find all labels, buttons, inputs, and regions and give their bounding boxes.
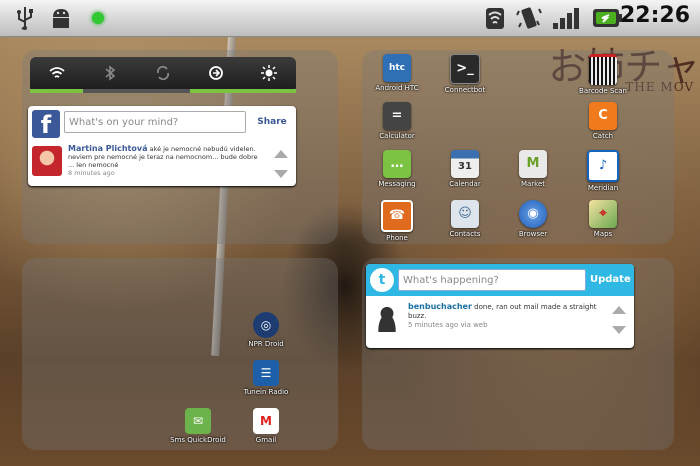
- facebook-post-time: 8 minutes ago: [68, 169, 115, 177]
- twitter-post-avatar[interactable]: [372, 302, 402, 332]
- usb-icon: [10, 5, 40, 31]
- barcode-icon: [589, 54, 617, 85]
- twitter-status-input[interactable]: What's happening?: [398, 269, 586, 291]
- power-control-widget: [30, 57, 297, 93]
- sync-icon: [156, 65, 170, 81]
- brightness-icon: [261, 65, 278, 81]
- facebook-status-input[interactable]: What's on your mind?: [64, 111, 246, 133]
- globe-icon: ◉: [519, 200, 547, 228]
- bluetooth-toggle[interactable]: [83, 57, 137, 93]
- calendar-icon: 31: [451, 150, 479, 178]
- twitter-post-time: 5 minutes ago via web: [408, 321, 488, 329]
- app-connectbot[interactable]: >_ Connectbot: [434, 54, 496, 94]
- catch-icon: C: [589, 102, 617, 130]
- facebook-widget: f What's on your mind? Share Martina Pli…: [28, 106, 296, 186]
- status-bar[interactable]: 22:26: [0, 0, 700, 37]
- facebook-post[interactable]: Martina Plichtová aké je nemocné nebudú …: [68, 144, 264, 178]
- twitter-scroll-up-icon[interactable]: [612, 306, 626, 314]
- meridian-music-icon: ♪: [587, 150, 619, 182]
- market-bag-icon: M: [519, 150, 547, 178]
- htc-icon: htc: [383, 54, 411, 82]
- twitter-header: t What's happening? Update: [366, 264, 634, 296]
- app-meridian[interactable]: ♪ Meridian: [572, 150, 634, 192]
- app-barcode-scan[interactable]: Barcode Scan: [572, 54, 634, 95]
- map-pin-icon: ⌖: [589, 200, 617, 228]
- app-android-htc[interactable]: htc Android HTC: [366, 54, 428, 92]
- brightness-toggle[interactable]: [242, 57, 297, 93]
- twitter-update-button[interactable]: Update: [590, 269, 631, 291]
- vibrate-icon: [514, 5, 544, 31]
- auto-sync-toggle[interactable]: [189, 57, 243, 93]
- facebook-logo-icon[interactable]: f: [32, 110, 60, 139]
- android-debug-icon: [46, 5, 76, 31]
- sync-toggle[interactable]: [136, 57, 190, 93]
- facebook-post-avatar[interactable]: [32, 146, 62, 176]
- twitter-post-author: benbuchacher: [408, 302, 472, 311]
- shortcut-sms-quickdroid[interactable]: ✉ Sms QuickDroid: [168, 408, 228, 444]
- app-grid: htc Android HTC >_ Connectbot Barcode Scan…: [362, 50, 674, 244]
- bluetooth-icon: [105, 65, 116, 81]
- twitter-widget: t What's happening? Update benbuchacher …: [366, 264, 634, 348]
- wifi-icon: [49, 67, 65, 78]
- battery-icon: [590, 5, 624, 31]
- calculator-icon: =: [383, 102, 411, 130]
- app-catch[interactable]: C Catch: [572, 102, 634, 140]
- app-maps[interactable]: ⌖ Maps: [572, 200, 634, 238]
- app-calendar[interactable]: 31 Calendar: [434, 150, 496, 188]
- radio-icon: ☰: [253, 360, 279, 386]
- app-contacts[interactable]: ☺ Contacts: [434, 200, 496, 238]
- wifi-toggle[interactable]: [30, 57, 84, 93]
- signal-icon: [550, 5, 582, 31]
- contacts-icon: ☺: [451, 200, 479, 228]
- phone-icon: ☎: [381, 200, 413, 232]
- sync-icon: [209, 66, 224, 80]
- twitter-bird-icon[interactable]: t: [370, 268, 394, 292]
- app-browser[interactable]: ◉ Browser: [502, 200, 564, 238]
- shortcut-gmail[interactable]: M Gmail: [236, 408, 296, 444]
- wifi-icon: [482, 5, 508, 31]
- facebook-scroll-up-icon[interactable]: [274, 150, 288, 158]
- app-messaging[interactable]: … Messaging: [366, 150, 428, 188]
- facebook-post-author: Martina Plichtová: [68, 144, 148, 153]
- npr-icon: ◎: [253, 312, 279, 338]
- twitter-post[interactable]: benbuchacher done, ran out mail made a s…: [408, 302, 598, 330]
- terminal-icon: >_: [450, 54, 480, 84]
- facebook-scroll-down-icon[interactable]: [274, 170, 288, 178]
- app-market[interactable]: M Market: [502, 150, 564, 188]
- app-phone[interactable]: ☎ Phone: [366, 200, 428, 242]
- facebook-share-button[interactable]: Share: [254, 111, 290, 133]
- sms-icon: ✉: [185, 408, 211, 434]
- shortcut-tunein-radio[interactable]: ☰ Tunein Radio: [236, 360, 296, 396]
- status-clock: 22:26: [619, 3, 690, 28]
- shortcut-npr-droid[interactable]: ◎ NPR Droid: [236, 312, 296, 348]
- notification-dot-icon: [90, 5, 106, 31]
- messaging-icon: …: [383, 150, 411, 178]
- app-calculator[interactable]: = Calculator: [366, 102, 428, 140]
- twitter-scroll-down-icon[interactable]: [612, 326, 626, 334]
- gmail-icon: M: [253, 408, 279, 434]
